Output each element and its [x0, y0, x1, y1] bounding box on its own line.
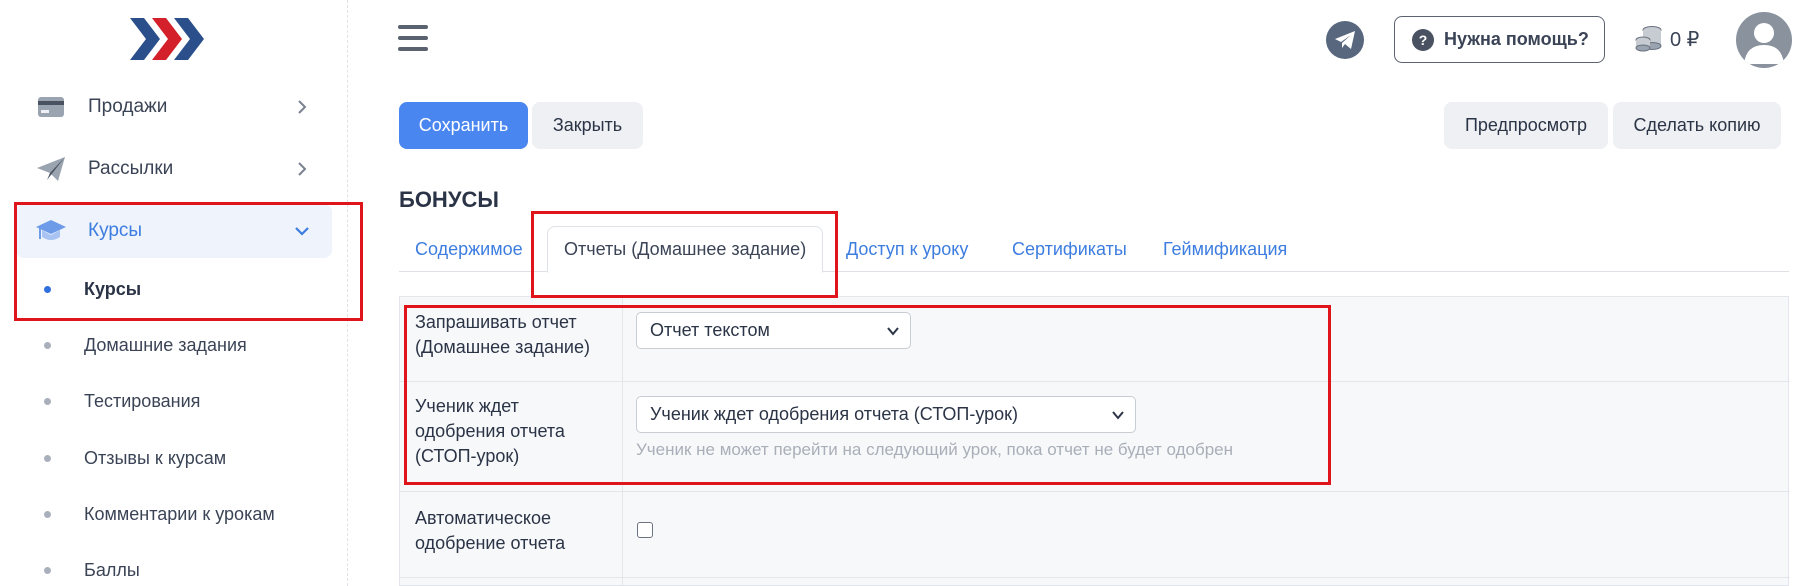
sidebar-item-label: Рассылки	[88, 158, 174, 179]
tab-reports[interactable]: Отчеты (Домашнее задание)	[547, 226, 824, 273]
telegram-icon[interactable]	[1326, 21, 1364, 59]
avatar-icon[interactable]	[1736, 12, 1792, 68]
help-button[interactable]: ? Нужна помощь?	[1394, 16, 1605, 63]
auto-approval-checkbox[interactable]	[637, 522, 653, 538]
chevron-down-icon	[887, 327, 899, 336]
sidebar-item-courses[interactable]: Курсы	[16, 204, 332, 258]
chevron-down-icon	[295, 227, 309, 236]
paper-plane-icon	[34, 154, 68, 184]
bullet-icon	[44, 454, 51, 462]
subitem-homework[interactable]: Домашние задания	[44, 330, 247, 360]
menu-toggle-icon[interactable]	[398, 25, 428, 51]
report-request-row: Запрашивать отчет (Домашнее задание) Отч…	[400, 297, 1790, 382]
chevron-down-icon	[1112, 411, 1124, 420]
subitem-tests[interactable]: Тестирования	[44, 386, 200, 416]
bullet-icon	[44, 341, 51, 349]
approval-row: Ученик ждет одобрения отчета (СТОП-урок)…	[400, 382, 1790, 492]
sidebar-item-sales[interactable]: Продажи	[16, 80, 332, 134]
subitem-comments[interactable]: Комментарии к урокам	[44, 499, 275, 529]
tab-gamification[interactable]: Геймификация	[1163, 226, 1287, 272]
sidebar-item-label: Курсы	[88, 220, 143, 241]
report-type-select[interactable]: Отчет текстом	[636, 312, 911, 349]
balance-amount: 0 ₽	[1670, 28, 1700, 51]
preview-button[interactable]: Предпросмотр	[1444, 102, 1608, 149]
tab-certificates[interactable]: Сертификаты	[1012, 226, 1127, 272]
copy-button[interactable]: Сделать копию	[1613, 102, 1781, 149]
sidebar: Продажи Рассылки Курсы Курсы Домашние за…	[0, 0, 348, 586]
approval-select[interactable]: Ученик ждет одобрения отчета (СТОП-урок)	[636, 396, 1136, 433]
question-icon: ?	[1412, 28, 1434, 51]
settings-form: Запрашивать отчет (Домашнее задание) Отч…	[399, 296, 1790, 586]
section-title: БОНУСЫ	[399, 187, 499, 212]
bullet-icon	[44, 285, 51, 293]
bullet-icon	[44, 566, 51, 574]
approval-label: Ученик ждет одобрения отчета (СТОП-урок)	[415, 396, 565, 466]
bullet-icon	[44, 510, 51, 518]
bullet-icon	[44, 397, 51, 405]
sidebar-item-label: Продажи	[88, 96, 168, 117]
tabs: Содержимое Отчеты (Домашнее задание) Дос…	[399, 226, 1789, 273]
tab-lesson-access[interactable]: Доступ к уроку	[846, 226, 968, 272]
subitem-points[interactable]: Баллы	[44, 555, 140, 585]
auto-approval-row: Автоматическое одобрение отчета	[400, 492, 1790, 578]
sidebar-item-mailings[interactable]: Рассылки	[16, 142, 332, 196]
approval-hint: Ученик не может перейти на следующий уро…	[636, 440, 1234, 459]
balance[interactable]: 0 ₽	[1634, 24, 1699, 54]
help-label: Нужна помощь?	[1444, 29, 1589, 49]
tab-content[interactable]: Содержимое	[415, 226, 523, 272]
report-request-label: Запрашивать отчет (Домашнее задание)	[415, 312, 590, 357]
graduation-cap-icon	[34, 216, 68, 246]
logo-icon[interactable]	[130, 14, 208, 64]
subitem-courses[interactable]: Курсы	[44, 274, 141, 304]
close-button[interactable]: Закрыть	[532, 102, 643, 149]
chevron-right-icon	[298, 100, 307, 114]
save-button[interactable]: Сохранить	[399, 102, 528, 149]
subitem-reviews[interactable]: Отзывы к курсам	[44, 443, 226, 473]
chevron-right-icon	[298, 162, 307, 176]
auto-approval-label: Автоматическое одобрение отчета	[415, 508, 566, 553]
credit-card-icon	[34, 92, 68, 122]
coins-icon	[1635, 26, 1662, 52]
